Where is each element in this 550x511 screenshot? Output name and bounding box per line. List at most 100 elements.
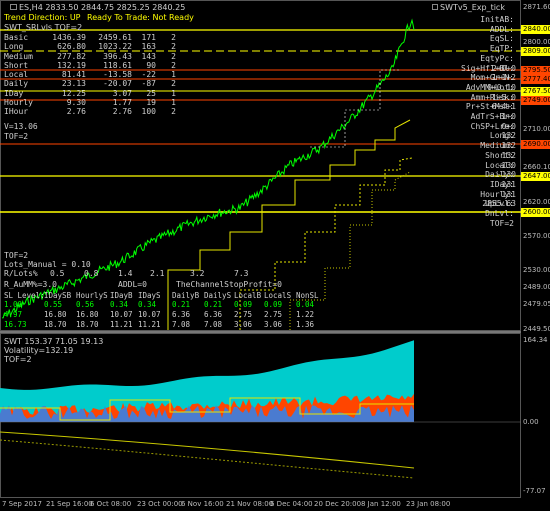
right-panel-value: 131 <box>501 179 516 189</box>
stats-cell: Basic <box>4 33 29 42</box>
price-axis-label: 2660.10 <box>523 163 550 171</box>
stats-row: Medium 277.82 396.43 143 2 <box>4 52 176 61</box>
lots-tof: TOF=2 <box>4 251 29 260</box>
right-panel-label: TOF=2 <box>489 218 514 228</box>
stats-cell: 1 <box>171 98 176 108</box>
stats-cell: 1023.22 <box>98 42 132 52</box>
stats-cell: -87 <box>141 79 156 89</box>
stats-cell: 12.25 <box>61 88 86 98</box>
stats-cell: Medium <box>4 51 33 61</box>
stats-cell: 2 <box>171 51 176 61</box>
right-panel-label: DnLvl: <box>485 209 514 218</box>
stats-cell: 2 <box>171 79 176 89</box>
rlots-value: 1.4 <box>118 269 133 278</box>
right-panel-label: ADDL: <box>489 24 514 34</box>
indicator-title: SWTv5_Exp_tick <box>432 3 505 12</box>
right-panel-value: 0+0 <box>501 121 516 131</box>
time-axis-label: 23 Jan 08:00 <box>406 500 451 508</box>
sl-cell: 3.06 <box>264 320 283 329</box>
stats-table: Basic 1436.39 2459.61 171 2 Long 626.80 1023.22… <box>4 33 176 117</box>
sl-cell: 11.21 <box>138 320 161 329</box>
price-level-tag: 2647.00 <box>521 172 550 181</box>
stats-cell: IDay <box>4 88 24 98</box>
price-axis-label: 2800.00 <box>523 38 550 46</box>
stats-cell: IHour <box>4 107 29 117</box>
stats-cell: 9.30 <box>66 98 86 108</box>
stats-cell: -13.58 <box>103 70 132 80</box>
price-level-tag: 2600.00 <box>521 208 550 217</box>
sl-cell: 2.75 <box>234 310 253 319</box>
right-panel-value: -130 <box>496 170 516 180</box>
time-axis-label: 21 Nov 08:00 <box>226 500 274 508</box>
time-axis-label: 20 Dec 20:00 <box>314 500 362 508</box>
stats-cell: -20.07 <box>103 79 132 89</box>
sl-cell: DailyS <box>204 291 232 300</box>
stats-cell: 2 <box>171 42 176 52</box>
price-level-tag: 2795.50 <box>521 66 550 75</box>
sl-cell: 0.34 <box>138 300 157 309</box>
window-icon <box>10 4 17 10</box>
sl-cell: 1.00 <box>4 300 23 309</box>
stats-cell: 3.07 <box>112 88 132 98</box>
tof-readout: TOF=2 <box>4 132 29 141</box>
stats-cell: 2.76 <box>112 107 132 117</box>
stats-cell: 163 <box>141 42 156 52</box>
sub-axis-top: 164.34 <box>523 336 548 344</box>
time-axis-label: 8 Jan 12:00 <box>361 500 401 508</box>
right-panel-label: EqTP: <box>489 44 514 54</box>
sl-cell: 1.36 <box>296 320 315 329</box>
sl-cell: 16.80 <box>44 310 67 319</box>
sl-cell: 0.55 <box>44 300 63 309</box>
right-panel-label: InitAB: <box>480 15 514 24</box>
sl-cell: SL Level: <box>4 291 45 300</box>
stats-cell: Daily <box>4 79 29 89</box>
right-panel-value: 6+4+1 <box>491 102 516 112</box>
stats-cell: Short <box>4 60 29 70</box>
stats-cell: 132.19 <box>57 60 86 70</box>
stats-cell: Local <box>4 70 29 80</box>
right-panel-value: -130 <box>496 160 516 170</box>
sub-axis-zero: 0.00 <box>523 418 539 426</box>
stats-cell: 396.43 <box>103 51 132 61</box>
sl-cell: LocalS <box>264 291 292 300</box>
sl-cell: 4.97 <box>4 310 23 319</box>
sl-cell: HourlyS <box>76 291 108 300</box>
stats-cell: Hourly <box>4 98 33 108</box>
price-axis-label: 2871.60 <box>523 3 550 11</box>
stats-cell: 1 <box>171 70 176 80</box>
right-panel-value: 1+1+2 <box>491 73 516 83</box>
symbol-header: ES,H4 2833.50 2844.75 2825.25 2840.25 <box>10 3 185 12</box>
time-axis-label: 6 Dec 04:00 <box>270 500 313 508</box>
sl-cell: NonSL <box>296 291 319 300</box>
rlots-value: 0.5 <box>50 269 65 278</box>
sl-cell: 7.08 <box>204 320 223 329</box>
stats-cell: 2 <box>171 107 176 117</box>
stats-row: Long 626.80 1023.22 163 2 <box>4 42 176 51</box>
stats-cell: 23.13 <box>61 79 86 89</box>
right-panel-value: 2+0+0 <box>491 63 516 73</box>
channel-label: TheChannelStopProfit=0 <box>176 280 282 289</box>
stats-row: Local 81.41 -13.58 -22 1 <box>4 70 176 79</box>
sl-cell: 0.09 <box>264 300 283 309</box>
stats-cell: 1.77 <box>112 98 132 108</box>
indicator-icon <box>432 4 438 10</box>
stats-cell: 2459.61 <box>98 33 132 42</box>
stats-cell: -22 <box>141 70 156 80</box>
stats-cell: 25 <box>146 88 156 98</box>
time-axis-label: 21 Sep 16:00 <box>46 500 93 508</box>
sl-cell: IDayB <box>110 291 133 300</box>
lower-band-line <box>0 431 415 469</box>
sub-axis-bottom: -77.07 <box>523 487 546 495</box>
sl-cell: 0.34 <box>110 300 129 309</box>
subwindow-tof: TOF=2 <box>4 355 32 364</box>
sl-cell: 0.21 <box>172 300 191 309</box>
sl-cell: 6.36 <box>204 310 223 319</box>
right-panel-value: 131 <box>501 189 516 199</box>
indicator-label: SWT_SRLvls TOF=2 <box>4 23 83 32</box>
price-axis-label: 2479.05 <box>523 300 550 308</box>
stats-cell: 626.80 <box>57 42 86 52</box>
sl-cell: 10.07 <box>110 310 133 319</box>
time-axis-label: 6 Oct 08:00 <box>90 500 132 508</box>
stats-row: Daily 23.13 -20.07 -87 2 <box>4 79 176 88</box>
stats-cell: 277.82 <box>57 51 86 61</box>
